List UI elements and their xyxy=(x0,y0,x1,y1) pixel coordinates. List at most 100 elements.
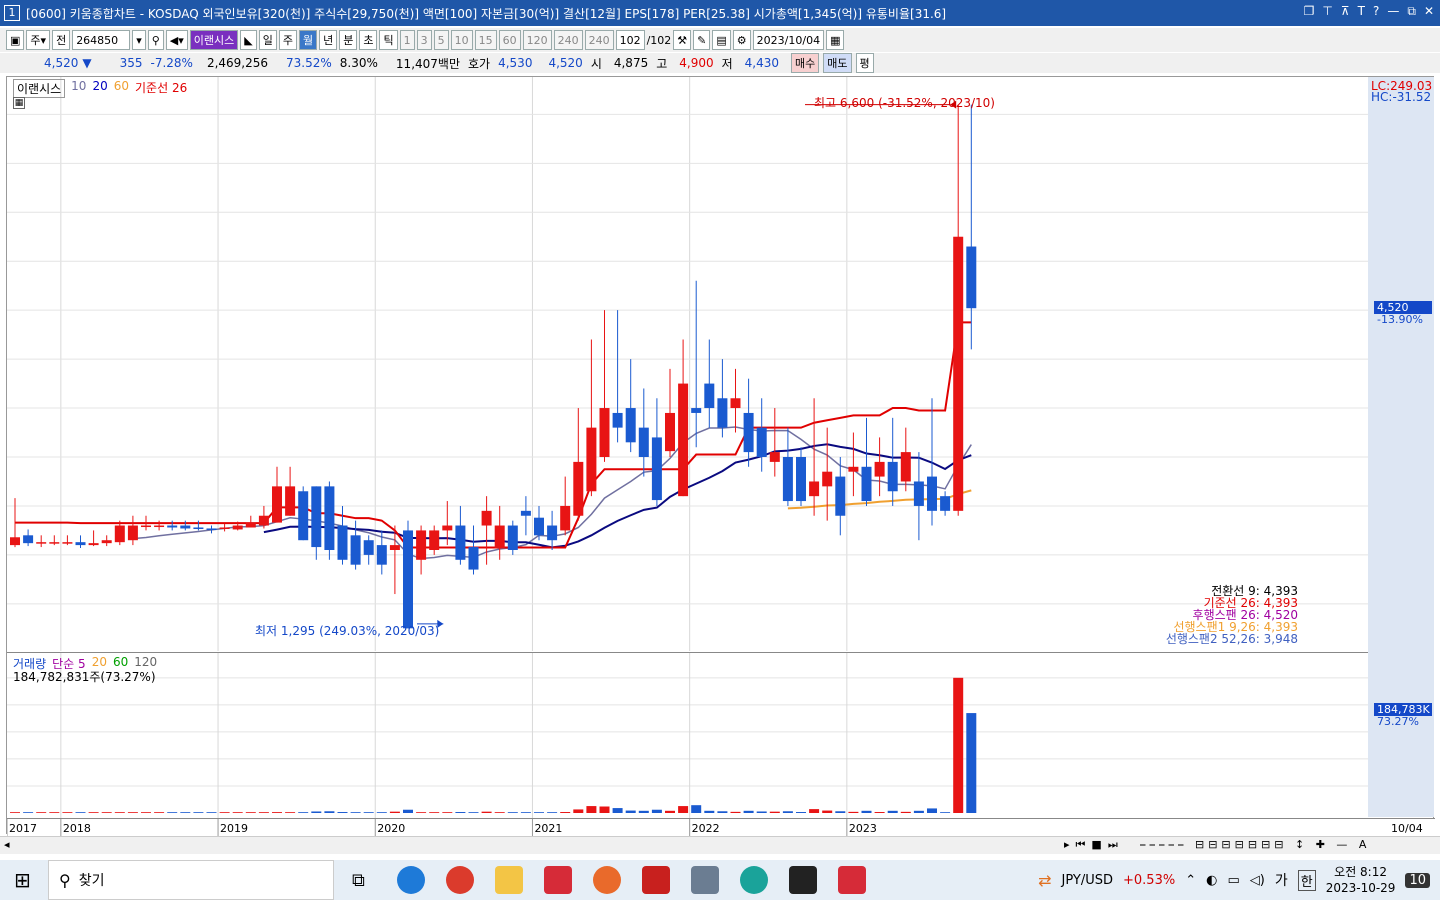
kiwoom-icon[interactable] xyxy=(544,866,572,894)
sound-icon[interactable]: ◀▾ xyxy=(165,30,188,50)
maximize-icon[interactable]: ⧉ xyxy=(1407,4,1416,19)
notification-badge[interactable]: 10 xyxy=(1405,872,1430,888)
folder-icon[interactable] xyxy=(495,866,523,894)
lang-label[interactable]: 한 xyxy=(1297,869,1316,891)
save-icon[interactable]: ▤ xyxy=(712,30,731,50)
volume-bar xyxy=(547,812,558,813)
clock[interactable]: 오전 8:12 2023-10-29 xyxy=(1326,864,1396,896)
fx-pair[interactable]: JPY/USD xyxy=(1062,873,1114,888)
volume-bar xyxy=(468,812,479,813)
interval-240[interactable]: 240 xyxy=(553,30,583,50)
edge-icon[interactable] xyxy=(397,866,425,894)
pin2-icon[interactable]: ⊼ xyxy=(1341,4,1350,19)
type-select[interactable]: 주 ▾ xyxy=(26,30,51,50)
gear-icon[interactable]: ⚙ xyxy=(732,30,751,50)
bid-label: 호가 xyxy=(468,56,491,71)
interval-60[interactable]: 60 xyxy=(498,30,521,50)
restore-icon[interactable]: ❐ xyxy=(1304,4,1315,19)
volume-icon[interactable]: ◁) xyxy=(1250,873,1265,888)
candle-body xyxy=(75,542,86,546)
grid-icon[interactable]: ▦ xyxy=(13,97,25,109)
x-right-label: 10/04 xyxy=(1391,822,1423,835)
candle-body xyxy=(62,542,73,544)
candle-body xyxy=(730,398,741,409)
app2-icon[interactable] xyxy=(642,866,670,894)
period-day[interactable]: 일 xyxy=(258,30,277,50)
volume-bar xyxy=(206,812,217,813)
windows-start-icon[interactable]: ⊞ xyxy=(14,868,31,892)
period-year[interactable]: 년 xyxy=(319,30,338,50)
pin-icon[interactable]: ⊤ xyxy=(1322,4,1332,19)
candle-body xyxy=(809,481,820,497)
ime-label[interactable]: 가 xyxy=(1275,870,1288,890)
volume-bar xyxy=(756,811,767,813)
volume-bar xyxy=(376,812,387,813)
period-week[interactable]: 주 xyxy=(278,30,297,50)
zoom-controls[interactable]: ⎯⎯⎯⎯⎯ ⊟⊟⊟⊟⊟⊟⊟ ↕ ✚ — A xyxy=(1140,838,1370,852)
task-view-icon[interactable]: ⧉ xyxy=(352,870,365,891)
interval-1[interactable]: 1 xyxy=(399,30,415,50)
interval-10[interactable]: 10 xyxy=(450,30,473,50)
meet-icon[interactable]: ◐ xyxy=(1206,873,1217,888)
interval-3[interactable]: 3 xyxy=(416,30,432,50)
volume-bar xyxy=(730,811,741,813)
volume-bar xyxy=(455,812,466,813)
candle-body xyxy=(245,522,256,528)
chart-scrollbar[interactable]: ◂ ▸⏮■⏭ ⎯⎯⎯⎯⎯ ⊟⊟⊟⊟⊟⊟⊟ ↕ ✚ — A xyxy=(0,836,1440,854)
close-icon[interactable]: ✕ xyxy=(1424,4,1434,19)
avg-button[interactable]: 평 xyxy=(855,53,874,73)
interval-240b[interactable]: 240 xyxy=(584,30,614,50)
minimize-icon[interactable]: — xyxy=(1387,4,1399,19)
period-minute[interactable]: 분 xyxy=(339,30,358,50)
period-second[interactable]: 초 xyxy=(359,30,378,50)
tool-icon[interactable]: ⚒ xyxy=(673,30,692,50)
volume-bar xyxy=(874,812,885,813)
playback-controls[interactable]: ▸⏮■⏭ xyxy=(1064,838,1124,852)
buy-button[interactable]: 매수 xyxy=(791,53,820,73)
volume-bar xyxy=(586,806,597,813)
candle-body xyxy=(468,547,479,570)
taskbar-search[interactable]: ⚲ 찾기 xyxy=(48,860,334,900)
interval-15[interactable]: 15 xyxy=(474,30,497,50)
chart-area[interactable]: 6,5006,0005,5005,0004,5004,0003,5003,000… xyxy=(6,76,1435,836)
volume-bar xyxy=(822,810,833,813)
volume-panel[interactable]: 250,000K200,000K150,000K100,000K50,000K … xyxy=(7,652,1432,819)
sell-button[interactable]: 매도 xyxy=(823,53,852,73)
search-icon[interactable]: ⚲ xyxy=(147,30,164,50)
code-input[interactable]: 264850 xyxy=(72,30,131,50)
volume-bar xyxy=(599,806,610,813)
dropdown-icon[interactable]: ▾ xyxy=(132,30,146,50)
period-tick[interactable]: 틱 xyxy=(379,30,398,50)
candle-body xyxy=(874,461,885,477)
prefix-button[interactable]: 전 xyxy=(52,30,71,50)
flag-icon[interactable]: ◣ xyxy=(240,30,257,50)
price-panel[interactable]: 6,5006,0005,5005,0004,5004,0003,5003,000… xyxy=(7,77,1432,651)
help-icon[interactable]: ? xyxy=(1373,4,1379,19)
price-chart[interactable]: 6,5006,0005,5005,0004,5004,0003,5003,000… xyxy=(7,77,1414,651)
calendar-icon[interactable]: ▦ xyxy=(826,30,845,50)
sticky-icon[interactable] xyxy=(789,866,817,894)
stock-name-label[interactable]: 이랜시스 xyxy=(189,30,239,50)
calculator-icon[interactable] xyxy=(691,866,719,894)
candle-body xyxy=(756,427,767,457)
draw-icon[interactable]: ✎ xyxy=(693,30,711,50)
app3-icon[interactable] xyxy=(740,866,768,894)
layout-icon[interactable]: ▣ xyxy=(6,30,25,50)
volume-chart[interactable]: 250,000K200,000K150,000K100,000K50,000K xyxy=(7,653,1427,819)
kiwoom2-icon[interactable] xyxy=(838,866,866,894)
count-input[interactable]: 102 xyxy=(615,30,645,50)
scroll-left-icon[interactable]: ◂ xyxy=(4,838,10,851)
chevron-up-icon[interactable]: ⌃ xyxy=(1185,873,1196,888)
chrome-icon[interactable] xyxy=(446,866,474,894)
interval-120[interactable]: 120 xyxy=(522,30,552,50)
text-icon[interactable]: T xyxy=(1358,4,1365,19)
network-icon[interactable]: ▭ xyxy=(1227,873,1239,888)
max-annotation: 최고 6,600 (-31.52%, 2023/10) xyxy=(814,96,995,110)
volume-bar xyxy=(363,812,374,813)
app-icon[interactable] xyxy=(593,866,621,894)
volume-bar xyxy=(36,812,47,813)
volume-bar xyxy=(416,812,427,813)
period-month[interactable]: 월 xyxy=(298,30,318,50)
interval-5[interactable]: 5 xyxy=(433,30,449,50)
date-input[interactable]: 2023/10/04 xyxy=(752,30,825,50)
